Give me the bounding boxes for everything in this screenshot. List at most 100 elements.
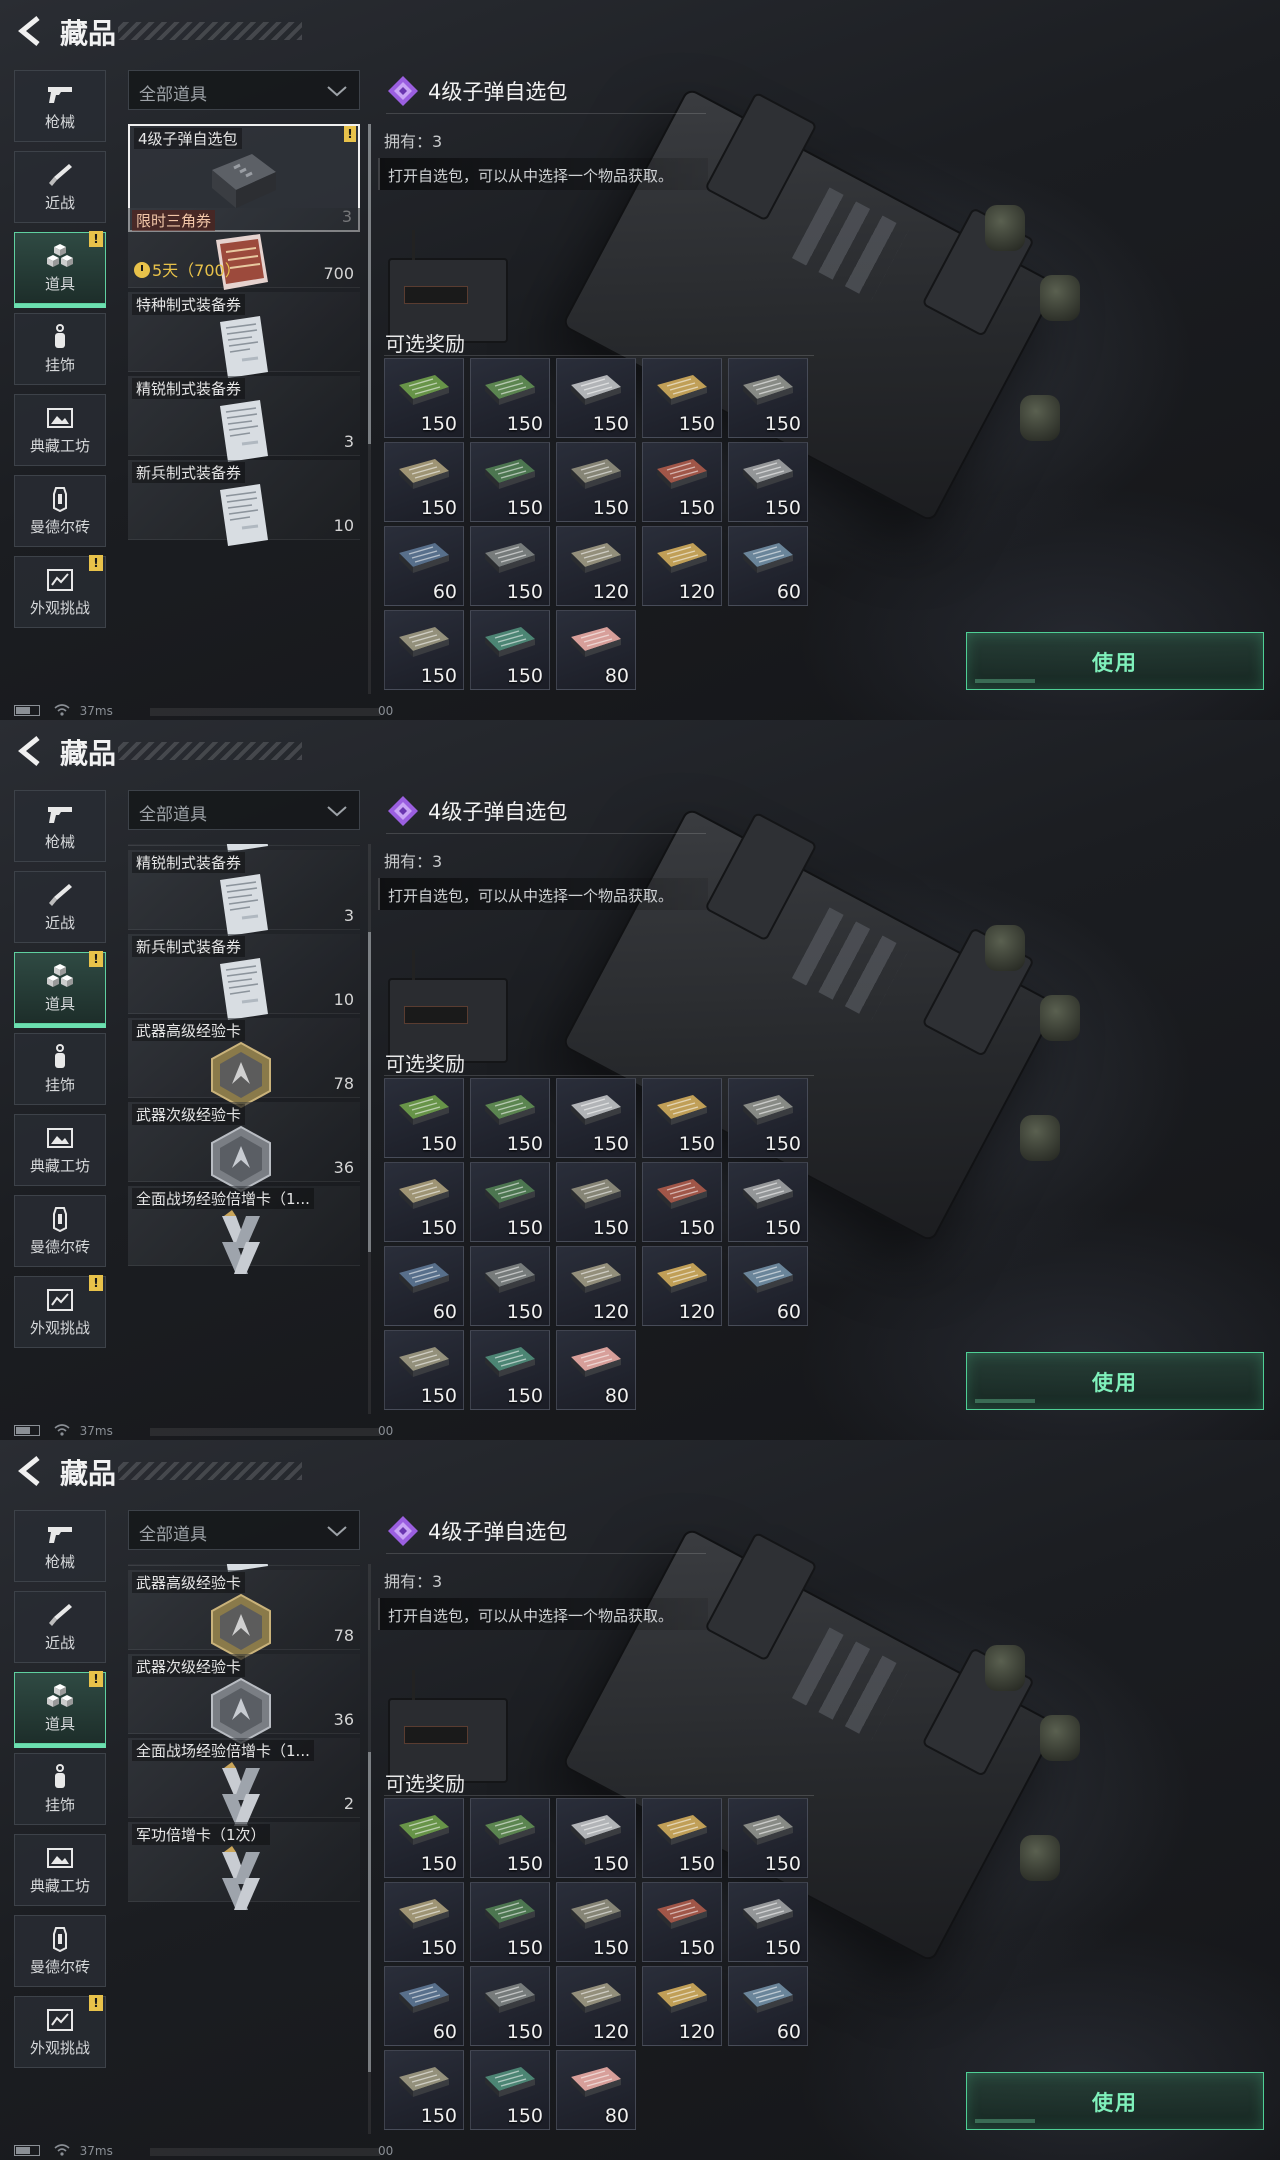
nav-item-challenge[interactable]: 外观挑战! — [14, 1995, 106, 2068]
scroll-thumb[interactable] — [368, 124, 371, 444]
reward-slot[interactable]: 150 — [384, 442, 464, 522]
reward-slot[interactable]: 150 — [642, 442, 722, 522]
reward-slot[interactable]: 150 — [556, 1078, 636, 1158]
reward-slot[interactable]: 150 — [728, 1882, 808, 1962]
reward-slot[interactable]: 80 — [556, 2050, 636, 2130]
reward-slot[interactable]: 120 — [556, 1246, 636, 1326]
nav-item-gun[interactable]: 枪械 — [14, 70, 106, 142]
nav-item-cubes[interactable]: 道具! — [14, 231, 106, 308]
use-button[interactable]: 使用 — [966, 632, 1264, 690]
item-filter-dropdown[interactable]: 全部道具 — [128, 790, 360, 830]
reward-slot[interactable]: 150 — [384, 358, 464, 438]
item-filter-dropdown[interactable]: 全部道具 — [128, 70, 360, 110]
list-item[interactable]: 武器高级经验卡 78 — [128, 1570, 360, 1661]
reward-slot[interactable]: 150 — [470, 358, 550, 438]
list-item[interactable]: 特种制式装备券 — [128, 292, 360, 378]
reward-slot[interactable]: 150 — [384, 1882, 464, 1962]
list-item[interactable]: 10 — [128, 1564, 360, 1572]
list-item[interactable]: 武器高级经验卡 78 — [128, 1018, 360, 1109]
reward-slot[interactable]: 150 — [384, 1330, 464, 1410]
list-item[interactable]: 新兵制式装备券 10 — [128, 460, 360, 546]
reward-slot[interactable]: 150 — [470, 1078, 550, 1158]
use-button[interactable]: 使用 — [966, 1352, 1264, 1410]
nav-item-cubes[interactable]: 道具! — [14, 951, 106, 1028]
item-list-scrollbar[interactable] — [368, 124, 371, 694]
reward-slot[interactable]: 150 — [384, 2050, 464, 2130]
reward-slot[interactable]: 150 — [556, 442, 636, 522]
list-item[interactable]: 精锐制式装备券 3 — [128, 376, 360, 462]
reward-slot[interactable]: 150 — [470, 442, 550, 522]
reward-slot[interactable]: 150 — [642, 1882, 722, 1962]
reward-slot[interactable]: 150 — [642, 358, 722, 438]
nav-item-challenge[interactable]: 外观挑战! — [14, 555, 106, 628]
reward-slot[interactable]: 150 — [556, 1882, 636, 1962]
list-item[interactable]: 全面战场经验倍增卡（1... — [128, 1186, 360, 1274]
nav-item-knife[interactable]: 近战 — [14, 871, 106, 943]
scroll-thumb[interactable] — [368, 1752, 371, 2072]
nav-item-brick[interactable]: 曼德尔砖 — [14, 475, 106, 547]
list-item[interactable] — [128, 844, 360, 852]
nav-item-charm[interactable]: 挂饰 — [14, 1033, 106, 1105]
reward-slot[interactable]: 60 — [728, 526, 808, 606]
nav-item-gun[interactable]: 枪械 — [14, 1510, 106, 1582]
reward-slot[interactable]: 150 — [470, 1966, 550, 2046]
reward-slot[interactable]: 150 — [470, 2050, 550, 2130]
reward-slot[interactable]: 60 — [384, 526, 464, 606]
nav-item-brick[interactable]: 曼德尔砖 — [14, 1915, 106, 1987]
back-arrow-icon[interactable] — [14, 734, 48, 768]
reward-slot[interactable]: 150 — [642, 1078, 722, 1158]
back-arrow-icon[interactable] — [14, 14, 48, 48]
nav-item-knife[interactable]: 近战 — [14, 1591, 106, 1663]
reward-slot[interactable]: 150 — [470, 526, 550, 606]
nav-item-gun[interactable]: 枪械 — [14, 790, 106, 862]
item-filter-dropdown[interactable]: 全部道具 — [128, 1510, 360, 1550]
reward-slot[interactable]: 120 — [642, 526, 722, 606]
reward-slot[interactable]: 150 — [384, 610, 464, 690]
reward-slot[interactable]: 150 — [728, 1078, 808, 1158]
nav-item-cubes[interactable]: 道具! — [14, 1671, 106, 1748]
reward-slot[interactable]: 120 — [556, 526, 636, 606]
reward-slot[interactable]: 150 — [556, 1162, 636, 1242]
nav-item-brick[interactable]: 曼德尔砖 — [14, 1195, 106, 1267]
nav-item-charm[interactable]: 挂饰 — [14, 1753, 106, 1825]
list-item[interactable]: 精锐制式装备券 3 — [128, 850, 360, 936]
reward-slot[interactable]: 150 — [384, 1162, 464, 1242]
nav-item-charm[interactable]: 挂饰 — [14, 313, 106, 385]
item-list-scrollbar[interactable] — [368, 844, 371, 1414]
reward-slot[interactable]: 150 — [470, 610, 550, 690]
reward-slot[interactable]: 150 — [470, 1162, 550, 1242]
reward-slot[interactable]: 150 — [384, 1078, 464, 1158]
nav-item-knife[interactable]: 近战 — [14, 151, 106, 223]
list-item[interactable]: 限时三角券 700 5天（700） — [128, 208, 360, 290]
reward-slot[interactable]: 60 — [384, 1246, 464, 1326]
reward-slot[interactable]: 150 — [728, 358, 808, 438]
use-button[interactable]: 使用 — [966, 2072, 1264, 2130]
reward-slot[interactable]: 150 — [728, 442, 808, 522]
nav-item-workshop[interactable]: 典藏工坊 — [14, 1114, 106, 1186]
reward-slot[interactable]: 150 — [470, 1798, 550, 1878]
reward-slot[interactable]: 60 — [384, 1966, 464, 2046]
reward-slot[interactable]: 150 — [470, 1330, 550, 1410]
nav-item-workshop[interactable]: 典藏工坊 — [14, 394, 106, 466]
nav-item-challenge[interactable]: 外观挑战! — [14, 1275, 106, 1348]
reward-slot[interactable]: 60 — [728, 1966, 808, 2046]
reward-slot[interactable]: 150 — [728, 1162, 808, 1242]
reward-slot[interactable]: 150 — [470, 1246, 550, 1326]
reward-slot[interactable]: 150 — [728, 1798, 808, 1878]
back-arrow-icon[interactable] — [14, 1454, 48, 1488]
reward-slot[interactable]: 150 — [642, 1162, 722, 1242]
reward-slot[interactable]: 120 — [642, 1966, 722, 2046]
reward-slot[interactable]: 80 — [556, 1330, 636, 1410]
reward-slot[interactable]: 150 — [470, 1882, 550, 1962]
scroll-thumb[interactable] — [368, 932, 371, 1252]
reward-slot[interactable]: 120 — [642, 1246, 722, 1326]
reward-slot[interactable]: 150 — [556, 1798, 636, 1878]
list-item[interactable]: 军功倍增卡（1次） — [128, 1822, 360, 1910]
list-item[interactable]: 新兵制式装备券 10 — [128, 934, 360, 1020]
reward-slot[interactable]: 60 — [728, 1246, 808, 1326]
list-item[interactable]: 武器次级经验卡 36 — [128, 1102, 360, 1193]
reward-slot[interactable]: 150 — [642, 1798, 722, 1878]
list-item[interactable]: 全面战场经验倍增卡（1... 2 — [128, 1738, 360, 1826]
reward-slot[interactable]: 80 — [556, 610, 636, 690]
reward-slot[interactable]: 120 — [556, 1966, 636, 2046]
